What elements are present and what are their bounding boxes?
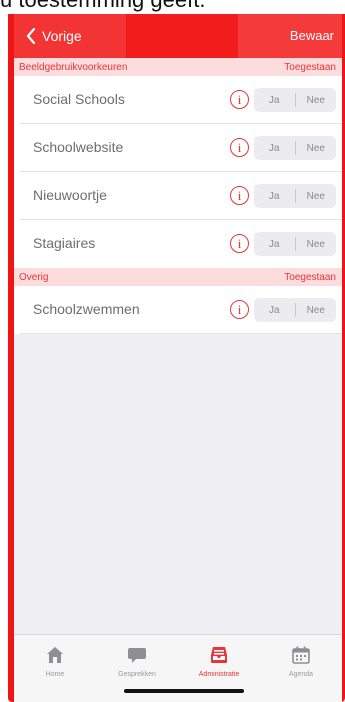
home-indicator[interactable] xyxy=(124,689,244,693)
calendar-icon xyxy=(292,646,310,664)
section-title: Beeldgebruikvoorkeuren xyxy=(19,61,128,73)
save-button[interactable]: Bewaar xyxy=(290,28,334,43)
yes-no-toggle: Ja Nee xyxy=(254,184,336,208)
info-icon[interactable]: i xyxy=(230,90,249,109)
chat-bubble-icon xyxy=(128,648,146,663)
yes-no-toggle: Ja Nee xyxy=(254,232,336,256)
yes-option[interactable]: Ja xyxy=(254,184,295,208)
yes-option[interactable]: Ja xyxy=(254,298,295,322)
tab-bar: Home Gesprekken Administratie Agenda xyxy=(14,634,342,702)
no-option[interactable]: Nee xyxy=(296,184,337,208)
info-icon[interactable]: i xyxy=(230,138,249,157)
info-icon[interactable]: i xyxy=(230,300,249,319)
permission-row-nieuwoortje: Nieuwoortje i Ja Nee xyxy=(14,172,342,220)
no-option[interactable]: Nee xyxy=(296,298,337,322)
section-title: Overig xyxy=(19,271,49,283)
section-header-other: Overig Toegestaan xyxy=(14,268,342,286)
document-text-fragment: u toestemming geeft. xyxy=(0,0,345,13)
permission-row-stagiaires: Stagiaires i Ja Nee xyxy=(14,220,342,268)
tab-label: Agenda xyxy=(288,671,314,678)
home-icon xyxy=(47,647,63,663)
row-label: Nieuwoortje xyxy=(33,187,107,203)
tab-label: Administratie xyxy=(198,671,240,678)
yes-option[interactable]: Ja xyxy=(254,232,295,256)
tab-agenda[interactable]: Agenda xyxy=(260,635,342,702)
permission-row-schoolzwemmen: Schoolzwemmen i Ja Nee xyxy=(14,286,342,334)
chevron-left-icon xyxy=(26,28,36,44)
row-label: Schoolwebsite xyxy=(33,139,124,155)
app-screen: Vorige Bewaar Beeldgebruikvoorkeuren Toe… xyxy=(14,14,342,702)
back-button-label: Vorige xyxy=(42,28,82,44)
tab-home[interactable]: Home xyxy=(14,635,96,702)
no-option[interactable]: Nee xyxy=(296,88,337,112)
row-label: Schoolzwemmen xyxy=(33,301,140,317)
info-icon[interactable]: i xyxy=(230,234,249,253)
info-icon[interactable]: i xyxy=(230,186,249,205)
section-header-image-preferences: Beeldgebruikvoorkeuren Toegestaan xyxy=(14,58,342,76)
row-label: Social Schools xyxy=(33,91,125,107)
permission-row-schoolwebsite: Schoolwebsite i Ja Nee xyxy=(14,124,342,172)
screenshot: u toestemming geeft. Vorige Bewaar Beeld… xyxy=(0,0,345,702)
yes-option[interactable]: Ja xyxy=(254,136,295,160)
yes-no-toggle: Ja Nee xyxy=(254,88,336,112)
yes-no-toggle: Ja Nee xyxy=(254,136,336,160)
back-button[interactable]: Vorige xyxy=(26,26,82,46)
row-label: Stagiaires xyxy=(33,235,96,251)
navigation-bar: Vorige Bewaar xyxy=(14,14,342,58)
section-column-label: Toegestaan xyxy=(284,271,336,283)
inbox-tray-icon xyxy=(211,647,227,663)
section-column-label: Toegestaan xyxy=(284,61,336,73)
yes-no-toggle: Ja Nee xyxy=(254,298,336,322)
tab-label: Home xyxy=(45,671,65,678)
yes-option[interactable]: Ja xyxy=(254,88,295,112)
permission-row-social-schools: Social Schools i Ja Nee xyxy=(14,76,342,124)
no-option[interactable]: Nee xyxy=(296,136,337,160)
row-separator xyxy=(20,333,342,334)
tab-label: Gesprekken xyxy=(118,671,156,678)
no-option[interactable]: Nee xyxy=(296,232,337,256)
